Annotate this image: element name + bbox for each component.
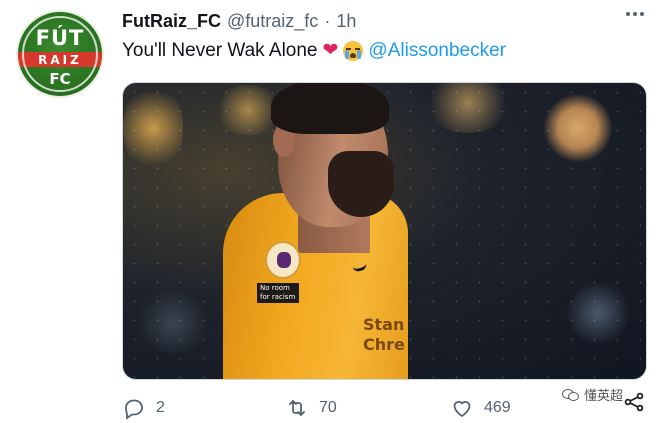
mention-link[interactable]: @Alissonbecker (368, 40, 506, 62)
crying-face-emoji (343, 40, 364, 61)
no-room-for-racism-patch: No room for racism (257, 283, 299, 303)
emoji-mouth (350, 52, 357, 58)
avatar-text-line3: FC (49, 70, 71, 88)
avatar-text-line2: RAIZ (38, 53, 82, 67)
wechat-watermark: 懂英超 (562, 385, 623, 404)
reply-button[interactable]: 2 (122, 396, 165, 420)
separator-dot: · (324, 11, 331, 31)
wechat-bubble (568, 391, 579, 401)
emoji-tear (357, 49, 362, 59)
retweet-count: 70 (319, 399, 337, 416)
sponsor-logo: Stan Chre (363, 315, 405, 355)
avatar-text-line1: FÚT (35, 26, 85, 50)
avatar[interactable]: FÚT RAIZ FC (16, 10, 104, 98)
player-beard (328, 151, 394, 217)
reply-icon (125, 399, 143, 420)
more-dot (633, 12, 637, 16)
sponsor-line1: Stan (363, 315, 405, 334)
player-hair (271, 83, 389, 134)
user-handle[interactable]: @futraiz_fc (227, 11, 318, 32)
tweet-header: FutRaiz_FC @futraiz_fc · 1h (122, 11, 356, 33)
heart-icon (453, 401, 471, 417)
retweet-icon (289, 400, 305, 416)
tweet-media-image[interactable]: No room for racism Stan Chre (122, 82, 647, 380)
emoji-tear (345, 49, 350, 59)
like-count: 469 (484, 399, 511, 416)
more-options-icon[interactable] (626, 12, 644, 16)
wechat-icon (562, 388, 580, 402)
reply-count: 2 (156, 399, 165, 416)
sponsor-line2: Chre (363, 335, 405, 354)
tweet-text: You'll Never Wak Alone ❤ @Alissonbecker (122, 39, 506, 62)
display-name[interactable]: FutRaiz_FC (122, 11, 221, 32)
tweet-body: You'll Never Wak Alone (122, 39, 318, 61)
timestamp[interactable]: 1h (336, 11, 356, 32)
more-dot (626, 12, 630, 16)
more-dot (640, 12, 644, 16)
share-button[interactable] (622, 390, 646, 414)
retweet-button[interactable]: 70 (285, 396, 337, 420)
red-heart-emoji: ❤ (322, 40, 339, 61)
share-icon (624, 392, 644, 412)
watermark-text: 懂英超 (584, 389, 624, 404)
like-button[interactable]: 469 (450, 396, 511, 420)
premier-league-badge (265, 241, 301, 279)
